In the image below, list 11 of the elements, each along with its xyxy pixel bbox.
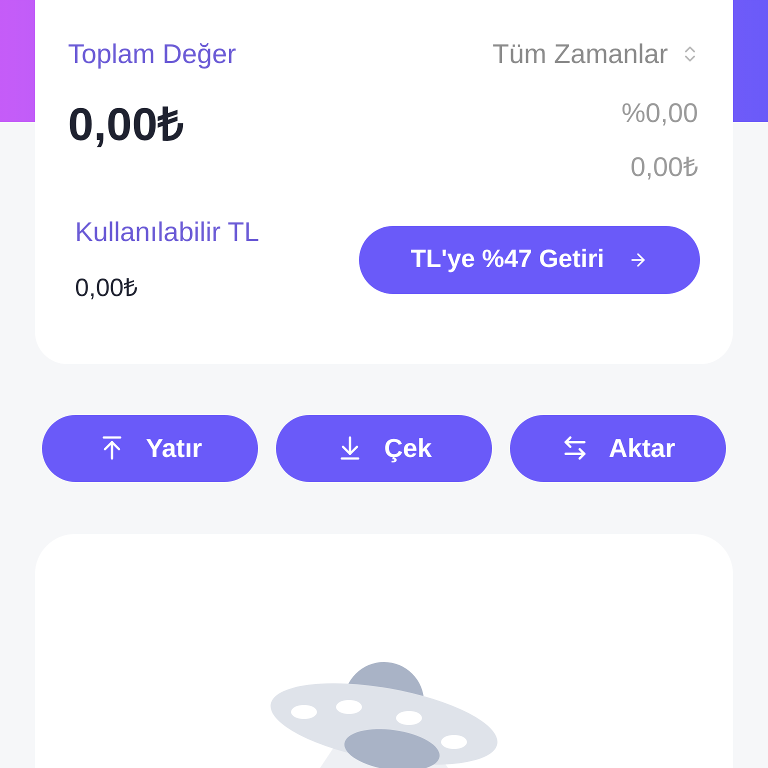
available-tl-amount: 0,00₺ — [75, 273, 139, 304]
total-value-amount: 0,00₺ — [68, 100, 185, 146]
action-button[interactable]: Çek — [276, 414, 492, 482]
change-percent: %0,00 — [621, 96, 698, 130]
promo-button[interactable]: TL'ye %47 Getiri — [359, 226, 700, 294]
change-amount: 0,00₺ — [630, 151, 698, 184]
available-tl-label: Kullanılabilir TL — [75, 216, 260, 248]
action-button[interactable]: Aktar — [510, 414, 726, 482]
total-value-label: Toplam Değer — [68, 38, 236, 71]
period-selector[interactable]: Tüm Zamanlar — [492, 34, 700, 74]
action-button[interactable]: Yatır — [42, 414, 258, 482]
